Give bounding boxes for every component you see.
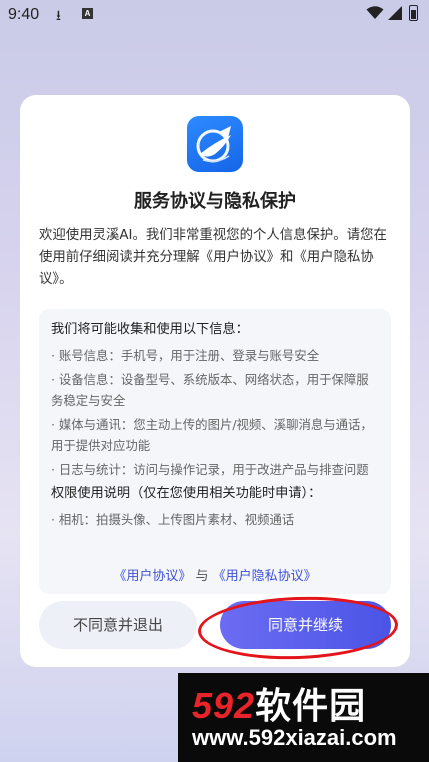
notification-letter-icon: A: [82, 8, 93, 19]
signal-icon: [388, 6, 402, 20]
app-logo-icon: [187, 116, 243, 172]
link-separator: 与: [195, 569, 209, 584]
info-scroll-box[interactable]: 我们将可能收集和使用以下信息： · 账号信息：手机号，用于注册、登录与账号安全 …: [39, 309, 391, 594]
decline-exit-button[interactable]: 不同意并退出: [39, 601, 197, 649]
download-icon: ⭳: [56, 8, 61, 24]
watermark-name: 软件园: [255, 685, 367, 726]
permission-item: · 相机：拍摄头像、上传图片素材、视频通话: [51, 512, 295, 527]
status-bar: 9:40 ⭳ A: [0, 0, 429, 32]
info-item: · 媒体与通讯：您主动上传的图片/视频、溪聊消息与通话，用于提供对应功能: [51, 417, 373, 453]
agreement-links: 《用户协议》 与 《用户隐私协议》: [20, 565, 410, 584]
dialog-title: 服务协议与隐私保护: [134, 191, 296, 212]
info-heading: 我们将可能收集和使用以下信息：: [51, 322, 249, 337]
watermark-badge: 592软件园 www.592xiazai.com: [178, 673, 429, 762]
user-agreement-link[interactable]: 《用户协议》: [113, 569, 191, 584]
battery-icon: [409, 5, 418, 21]
watermark-url: www.592xiazai.com: [192, 725, 397, 750]
info-item: · 设备信息：设备型号、系统版本、网络状态，用于保障服务稳定与安全: [51, 372, 369, 408]
info-item: · 账号信息：手机号，用于注册、登录与账号安全: [51, 348, 320, 363]
permission-heading: 权限使用说明（仅在您使用相关功能时申请）：: [51, 486, 322, 501]
privacy-dialog: 服务协议与隐私保护 欢迎使用灵溪AI。我们非常重视您的个人信息保护。请您在使用前…: [20, 95, 410, 667]
watermark-brand: 592软件园: [192, 677, 366, 729]
intro-text: 欢迎使用灵溪AI。我们非常重视您的个人信息保护。请您在使用前仔细阅读并充分理解《…: [39, 228, 387, 287]
wifi-icon: [366, 6, 384, 19]
privacy-agreement-link[interactable]: 《用户隐私协议》: [213, 569, 317, 584]
status-time: 9:40: [8, 6, 40, 23]
watermark-number: 592: [192, 685, 256, 726]
info-item: · 日志与统计：访问与操作记录，用于改进产品与排查问题: [51, 462, 369, 477]
